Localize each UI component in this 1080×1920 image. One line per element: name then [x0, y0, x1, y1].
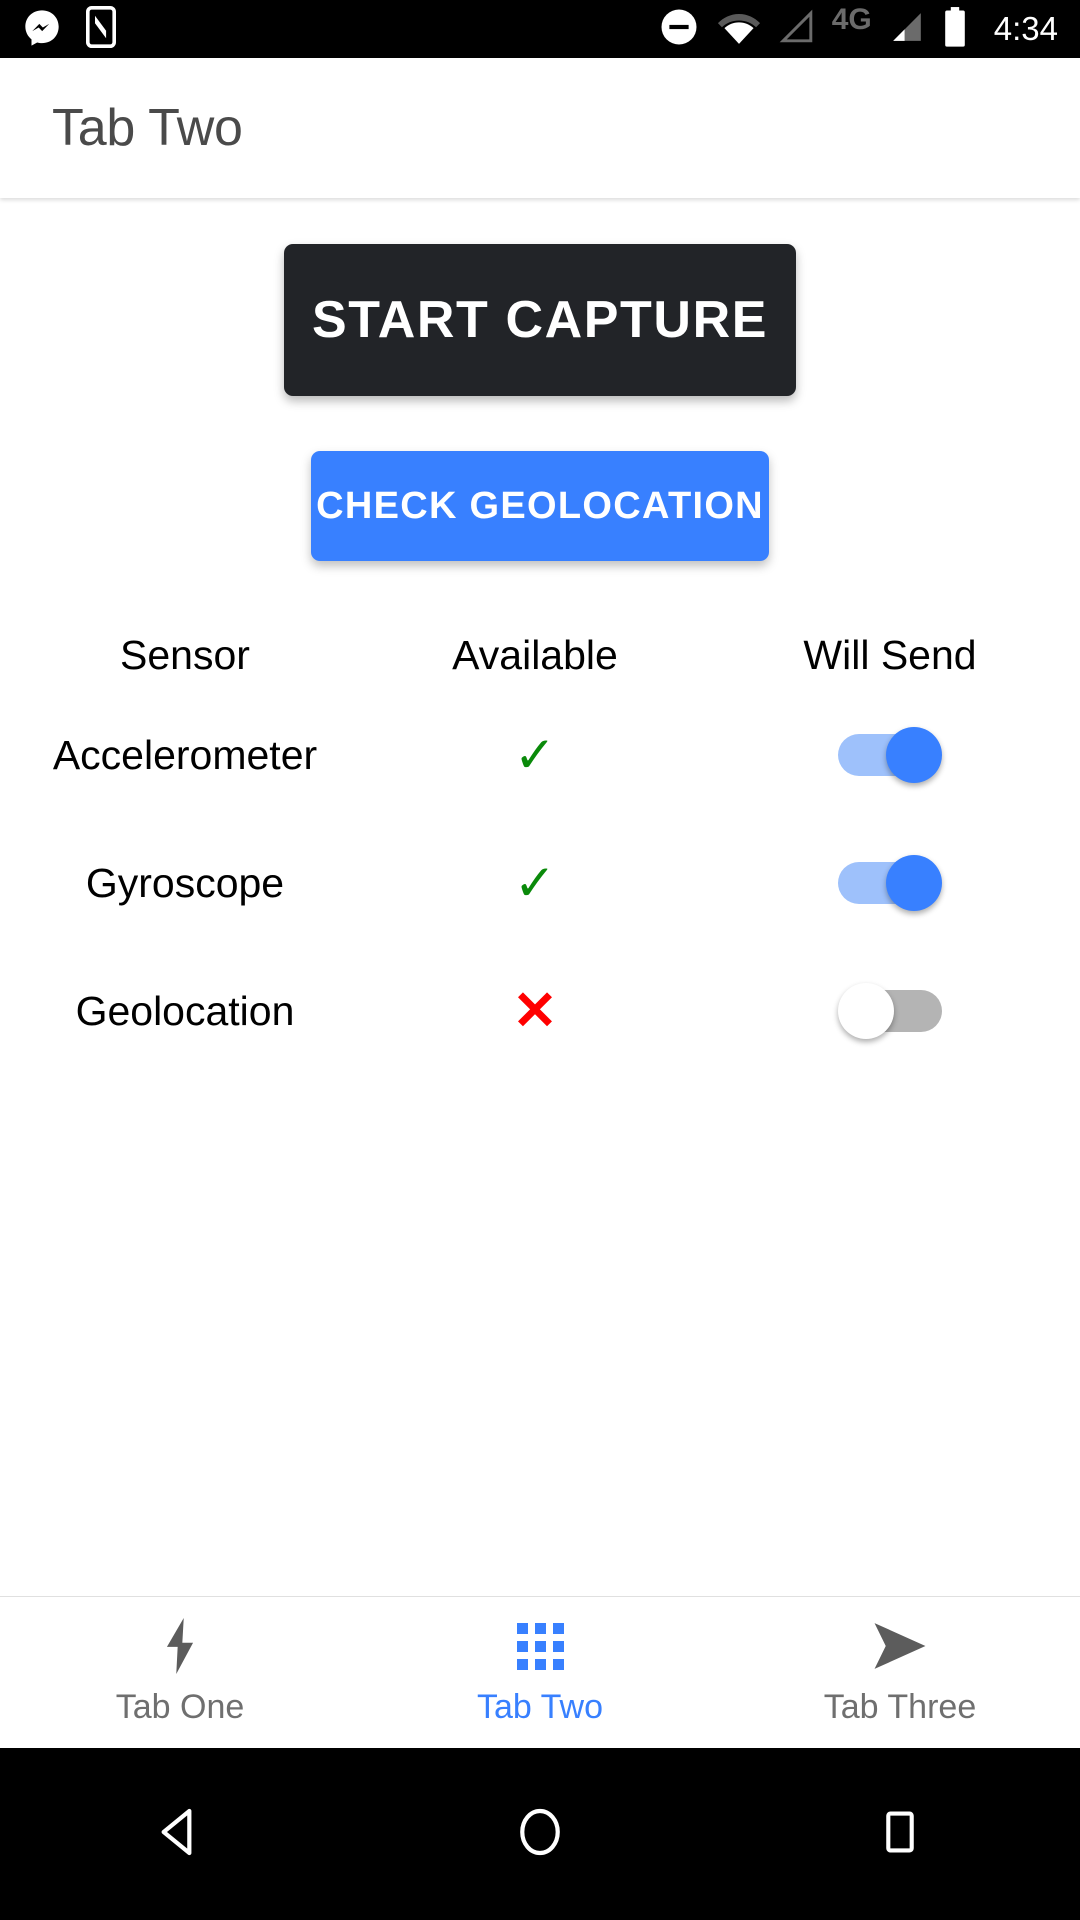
sensor-will-send-cell	[700, 855, 1080, 911]
table-header-row: Sensor Available Will Send	[0, 619, 1080, 691]
start-capture-row: START CAPTURE	[0, 198, 1080, 396]
signal-bars-icon	[888, 8, 926, 51]
check-icon: ✓	[514, 727, 556, 783]
check-geolocation-button[interactable]: CHECK GEOLOCATION	[311, 451, 769, 561]
status-bar: 4G 4:34	[0, 0, 1080, 58]
page-title: Tab Two	[52, 99, 243, 157]
toggle-knob	[838, 983, 894, 1039]
do-not-disturb-icon	[658, 6, 700, 53]
app-header: Tab Two	[0, 58, 1080, 198]
sensor-will-send-cell	[700, 727, 1080, 783]
network-type-label: 4G	[831, 3, 872, 36]
battery-icon	[942, 6, 968, 53]
tab-two[interactable]: Tab Two	[360, 1597, 720, 1749]
will-send-toggle[interactable]	[838, 727, 942, 783]
toggle-knob	[886, 727, 942, 783]
recents-icon	[874, 1806, 926, 1863]
cross-icon: ✕	[512, 981, 558, 1041]
table-row: Geolocation ✕	[0, 947, 1080, 1075]
main-content: START CAPTURE CHECK GEOLOCATION Sensor A…	[0, 198, 1080, 1596]
sensor-name-cell: Accelerometer	[0, 732, 370, 779]
sensor-will-send-cell	[700, 983, 1080, 1039]
column-header-sensor: Sensor	[120, 631, 250, 678]
column-header-available: Available	[452, 631, 618, 678]
back-button[interactable]	[105, 1748, 255, 1920]
will-send-toggle[interactable]	[838, 983, 942, 1039]
toggle-knob	[886, 855, 942, 911]
back-icon	[152, 1804, 208, 1865]
sensor-name-cell: Gyroscope	[0, 860, 370, 907]
sensor-available-cell: ✓	[370, 730, 700, 780]
sensor-label: Accelerometer	[52, 731, 318, 778]
table-row: Gyroscope ✓	[0, 819, 1080, 947]
check-geolocation-row: CHECK GEOLOCATION	[0, 396, 1080, 561]
sensor-label: Geolocation	[75, 987, 295, 1034]
status-bar-left-icons	[22, 5, 118, 53]
check-icon: ✓	[514, 855, 556, 911]
sensor-available-cell: ✕	[370, 984, 700, 1038]
status-bar-right-icons: 4G 4:34	[658, 3, 1058, 53]
tab-two-label: Tab Two	[476, 1688, 603, 1726]
android-navigation-bar	[0, 1748, 1080, 1920]
tab-one[interactable]: Tab One	[0, 1597, 360, 1749]
sensor-label: Gyroscope	[85, 859, 285, 906]
send-icon	[869, 1618, 931, 1674]
wifi-icon	[716, 7, 762, 52]
tab-three[interactable]: Tab Three	[720, 1597, 1080, 1749]
will-send-toggle[interactable]	[838, 855, 942, 911]
messenger-icon	[22, 7, 62, 52]
sensor-name-cell: Geolocation	[0, 988, 370, 1035]
start-capture-button[interactable]: START CAPTURE	[284, 244, 796, 396]
phone-app-icon	[84, 5, 118, 53]
status-bar-clock: 4:34	[993, 10, 1058, 47]
apps-grid-icon	[516, 1618, 564, 1674]
flash-icon	[162, 1618, 198, 1674]
table-row: Accelerometer ✓	[0, 691, 1080, 819]
column-header-will-send: Will Send	[803, 631, 977, 678]
home-icon	[512, 1804, 568, 1865]
tab-three-label: Tab Three	[823, 1688, 977, 1726]
sensor-table: Sensor Available Will Send Accelerometer…	[0, 619, 1080, 1075]
signal-empty-icon	[778, 8, 816, 51]
sensor-available-cell: ✓	[370, 858, 700, 908]
recents-button[interactable]	[825, 1748, 975, 1920]
home-button[interactable]	[465, 1748, 615, 1920]
bottom-tab-bar: Tab One Tab Two Tab Three	[0, 1596, 1080, 1748]
tab-one-label: Tab One	[115, 1688, 245, 1726]
